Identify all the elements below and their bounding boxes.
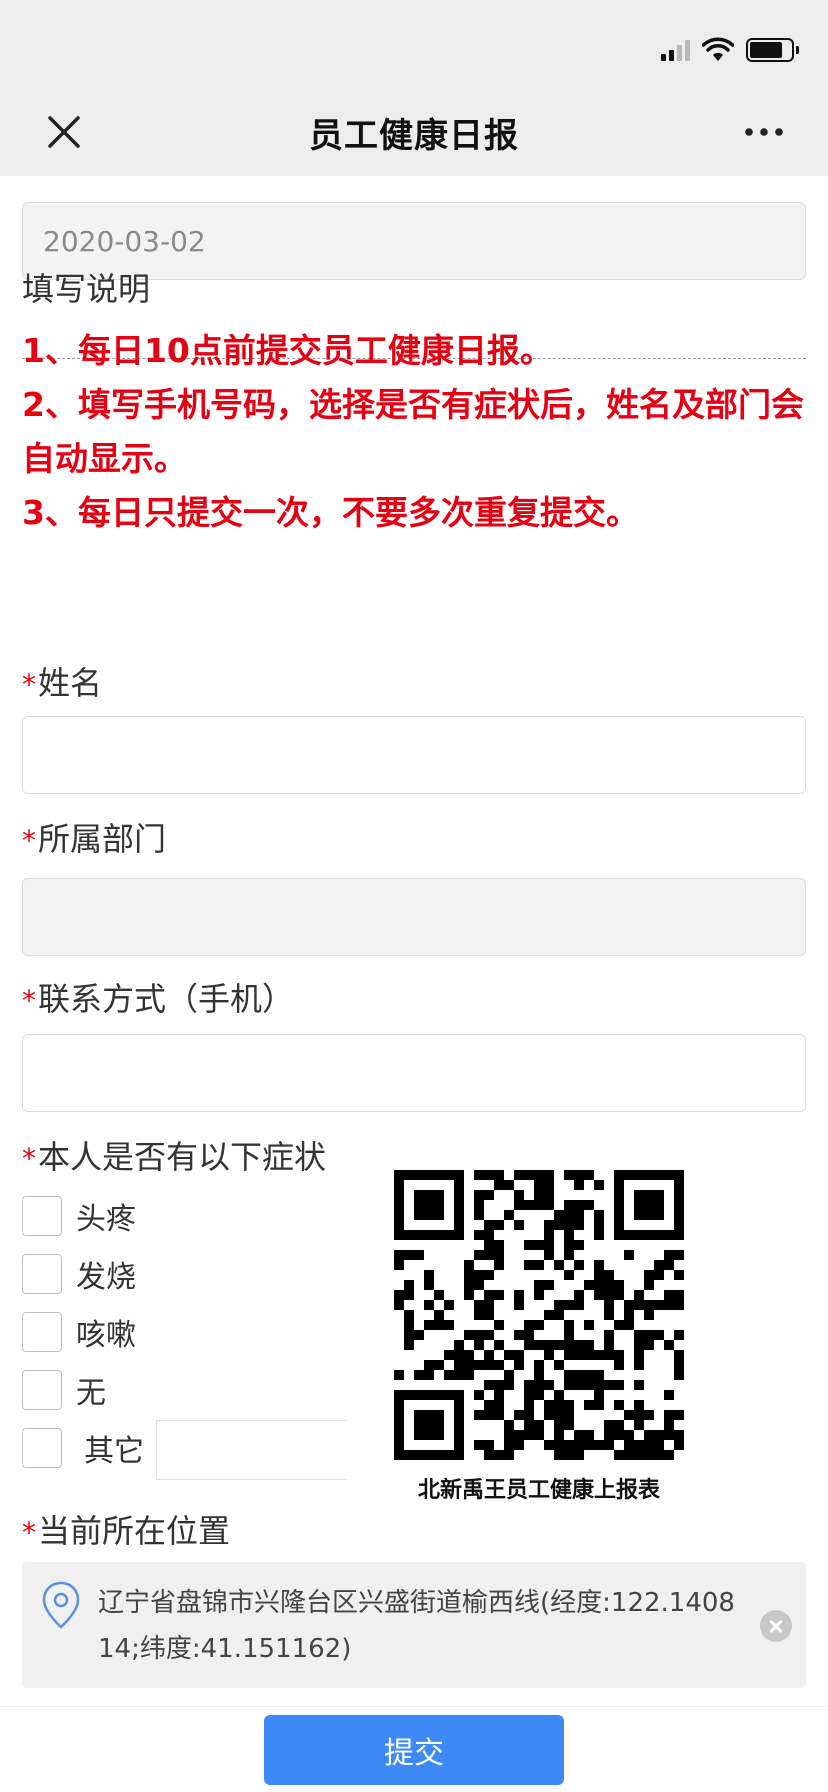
notice-line-2: 2、填写手机号码，选择是否有症状后，姓名及部门会自动显示。 bbox=[22, 385, 804, 478]
checkbox-fever[interactable] bbox=[22, 1254, 62, 1294]
page-title: 员工健康日报 bbox=[309, 115, 519, 156]
notice-line-1: 1、每日10点前提交员工健康日报。 bbox=[22, 331, 553, 370]
department-field bbox=[22, 878, 806, 956]
required-mark: * bbox=[22, 1142, 36, 1175]
location-field[interactable]: 辽宁省盘锦市兴隆台区兴盛街道榆西线(经度:122.140814;纬度:41.15… bbox=[22, 1562, 806, 1688]
notice-line-3: 3、每日只提交一次，不要多次重复提交。 bbox=[22, 493, 639, 532]
qr-code bbox=[394, 1170, 684, 1460]
battery-icon bbox=[746, 38, 799, 62]
close-icon[interactable] bbox=[44, 112, 84, 152]
wifi-icon bbox=[702, 37, 734, 61]
checkbox-none[interactable] bbox=[22, 1370, 62, 1410]
checkbox-headache[interactable] bbox=[22, 1196, 62, 1236]
checkbox-other[interactable] bbox=[22, 1428, 62, 1468]
checkbox-cough[interactable] bbox=[22, 1312, 62, 1352]
symptom-fever[interactable]: 发烧 bbox=[22, 1252, 136, 1296]
symptom-headache[interactable]: 头疼 bbox=[22, 1194, 136, 1238]
phone-label: *联系方式（手机） bbox=[22, 980, 295, 1018]
symptoms-label: *本人是否有以下症状 bbox=[22, 1138, 327, 1176]
location-value: 辽宁省盘锦市兴隆台区兴盛街道榆西线(经度:122.140814;纬度:41.15… bbox=[98, 1588, 735, 1664]
form-content: 2020-03-02 填写说明 1、每日10点前提交员工健康日报。 2、填写手机… bbox=[0, 176, 828, 1706]
required-mark: * bbox=[22, 668, 36, 701]
status-bar bbox=[661, 36, 799, 64]
clear-location-button[interactable] bbox=[760, 1610, 792, 1642]
phone-input[interactable] bbox=[22, 1034, 806, 1112]
submit-button[interactable]: 提交 bbox=[264, 1715, 564, 1785]
more-icon[interactable] bbox=[744, 118, 784, 146]
date-value: 2020-03-02 bbox=[43, 224, 206, 258]
location-label: *当前所在位置 bbox=[22, 1512, 231, 1550]
nav-bar: 员工健康日报 bbox=[0, 96, 828, 168]
department-label: *所属部门 bbox=[22, 820, 167, 858]
other-symptom-input[interactable] bbox=[156, 1420, 346, 1480]
instructions-label: 填写说明 bbox=[22, 270, 151, 308]
page: 员工健康日报 2020-03-02 填写说明 1、每日10点前提交员工健康日报。… bbox=[0, 0, 828, 1792]
required-mark: * bbox=[22, 1516, 36, 1549]
symptom-other[interactable]: 其它 bbox=[22, 1426, 144, 1470]
name-input[interactable] bbox=[22, 716, 806, 794]
signal-icon bbox=[661, 39, 690, 61]
symptom-none[interactable]: 无 bbox=[22, 1368, 106, 1412]
bottom-bar: 提交 bbox=[0, 1706, 828, 1792]
location-pin-icon bbox=[42, 1581, 80, 1629]
qr-caption: 北新禹王员工健康上报表 bbox=[417, 1478, 660, 1503]
required-mark: * bbox=[22, 984, 36, 1017]
notice-text: 1、每日10点前提交员工健康日报。 2、填写手机号码，选择是否有症状后，姓名及部… bbox=[22, 324, 812, 540]
name-label: *姓名 bbox=[22, 664, 103, 702]
required-mark: * bbox=[22, 824, 36, 857]
symptom-cough[interactable]: 咳嗽 bbox=[22, 1310, 136, 1354]
top-bar: 员工健康日报 bbox=[0, 0, 828, 176]
